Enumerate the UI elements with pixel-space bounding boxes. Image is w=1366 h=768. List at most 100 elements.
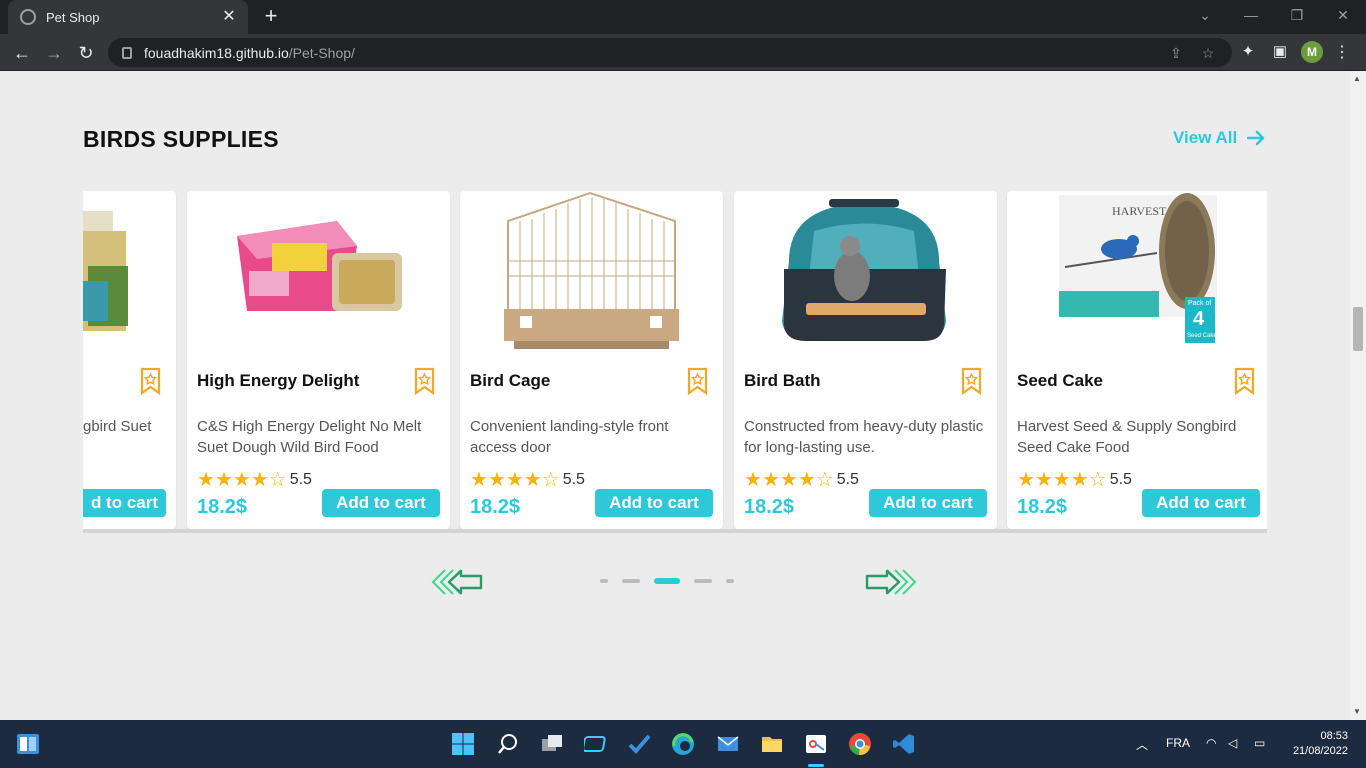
tray-chevron-icon[interactable]: ︿ [1136,736,1148,753]
star-icon: ★ [744,469,762,491]
product-name: High Energy Delight [197,371,360,390]
chrome-icon[interactable] [848,732,872,756]
rating-stars: ★ ★ ★ ★ ☆ 5.5 [470,467,585,492]
start-windows-icon[interactable] [451,732,475,756]
product-image-seed-cake: HARVEST Pack of 4 Seed Cakes [1007,191,1267,355]
add-to-cart-button[interactable]: Add to cart [322,489,440,517]
bookmark-icon[interactable] [140,367,161,396]
language-indicator[interactable]: FRA [1166,736,1190,750]
star-empty-icon: ☆ [815,469,834,491]
new-tab-button[interactable]: + [260,5,282,27]
star-icon: ★ [214,469,233,491]
clock-date: 21/08/2022 [1292,745,1348,757]
scroll-up-arrow-icon[interactable]: ▲ [1353,74,1361,83]
search-icon[interactable] [496,732,520,756]
bookmark-star-icon[interactable]: ☆ [1198,43,1218,63]
restore-button[interactable]: ❐ [1274,0,1320,34]
forward-button[interactable]: → [42,41,66,65]
task-view-icon[interactable] [540,732,564,756]
star-icon: ★ [505,469,524,491]
menu-kebab-icon[interactable]: ⋮ [1334,42,1350,62]
reload-button[interactable]: ↻ [74,41,98,65]
product-name: Bird Cage [470,371,551,390]
side-panel-icon[interactable]: ▣ [1270,42,1290,62]
chat-icon[interactable] [582,732,608,756]
product-price: 18.2$ [744,496,795,518]
product-card: HARVEST Pack of 4 Seed Cakes Seed Cake H… [1007,191,1267,529]
star-icon: ★ [1017,469,1035,491]
todo-icon[interactable] [627,732,651,756]
rating-value: 5.5 [562,470,585,488]
product-description: Harvest Seed & Supply Songbird Seed Cake… [1017,418,1237,456]
battery-icon[interactable]: ▭ [1254,736,1265,750]
lock-icon [122,46,132,59]
product-card: Bird Cage Convenient landing-style front… [460,191,723,529]
product-description: Convenient landing-style front access do… [470,418,669,456]
active-app-indicator [808,764,824,767]
product-name: Bird Bath [744,371,821,390]
pagination-dot[interactable] [694,579,712,583]
carousel-next-arrow[interactable] [864,567,918,597]
add-to-cart-button[interactable]: d to cart [83,489,166,517]
harvest-brand-text: HARVEST [1112,204,1167,218]
add-to-cart-button[interactable]: Add to cart [869,489,987,517]
carousel-pagination [600,578,748,584]
product-image-high-energy-delight [187,191,450,355]
rating-stars: ★ ★ ★ ★ ☆ 5.5 [744,467,859,492]
star-icon: ★ [232,469,251,491]
carousel-prev-arrow[interactable] [430,567,484,597]
bookmark-icon[interactable] [414,367,435,396]
product-price: 18.2$ [1017,496,1068,518]
star-icon: ★ [250,469,269,491]
close-tab-icon[interactable]: ✕ [220,8,238,26]
scroll-down-arrow-icon[interactable]: ▼ [1353,707,1361,716]
product-card: Bird Bath Constructed from heavy-duty pl… [734,191,997,529]
minimize-button[interactable]: — [1228,0,1274,34]
product-description: Constructed from heavy-duty plastic for … [744,418,984,456]
bookmark-icon[interactable] [961,367,982,396]
close-window-button[interactable]: ✕ [1320,0,1366,34]
pagination-dot-active[interactable] [654,578,680,584]
bookmark-icon[interactable] [1234,367,1255,396]
volume-icon[interactable]: ◁ [1228,736,1237,750]
share-icon[interactable]: ⇪ [1166,43,1186,63]
rating-value: 5.5 [1109,470,1132,488]
pagination-dot[interactable] [622,579,640,583]
browser-toolbar: ← → ↻ fouadhakim18.github.io/Pet-Shop/ ⇪… [0,34,1366,71]
system-clock[interactable]: 08:53 21/08/2022 [1284,729,1348,759]
extensions-icon[interactable]: ✦ [1238,42,1258,62]
mail-icon[interactable] [716,732,740,756]
browser-tab[interactable]: Pet Shop ✕ [8,0,248,34]
wifi-icon[interactable]: ◠ [1206,736,1216,750]
browser-tabbar: Pet Shop ✕ + ⌄ — ❐ ✕ [0,0,1366,34]
edge-icon[interactable] [671,732,695,756]
star-icon: ★ [487,469,506,491]
page-scrollbar[interactable]: ▲ ▼ [1350,71,1366,720]
arrow-right-icon [1247,130,1265,146]
bookmark-icon[interactable] [687,367,708,396]
star-icon: ★ [1034,469,1053,491]
star-icon: ★ [761,469,780,491]
add-to-cart-button[interactable]: Add to cart [1142,489,1260,517]
url-host: fouadhakim18.github.io [144,44,289,61]
pagination-dot[interactable] [600,579,608,583]
profile-avatar[interactable]: M [1301,41,1323,63]
widgets-icon[interactable] [16,732,40,756]
star-icon: ★ [779,469,798,491]
view-all-link[interactable]: View All [1173,128,1265,148]
pagination-dot[interactable] [726,579,734,583]
scrollbar-thumb[interactable] [1353,307,1363,351]
address-bar[interactable]: fouadhakim18.github.io/Pet-Shop/ ⇪ ☆ [108,38,1232,67]
add-to-cart-button[interactable]: Add to cart [595,489,713,517]
star-icon: ★ [523,469,542,491]
back-button[interactable]: ← [10,41,34,65]
product-card: High Energy Delight C&S High Energy Deli… [187,191,450,529]
globe-icon [20,9,36,25]
star-icon: ★ [1052,469,1071,491]
tab-search-icon[interactable]: ⌄ [1182,0,1228,34]
vscode-icon[interactable] [892,732,916,756]
snipping-tool-icon[interactable] [804,732,828,756]
product-price: 18.2$ [197,496,248,518]
file-explorer-icon[interactable] [760,732,784,756]
star-empty-icon: ☆ [268,469,287,491]
